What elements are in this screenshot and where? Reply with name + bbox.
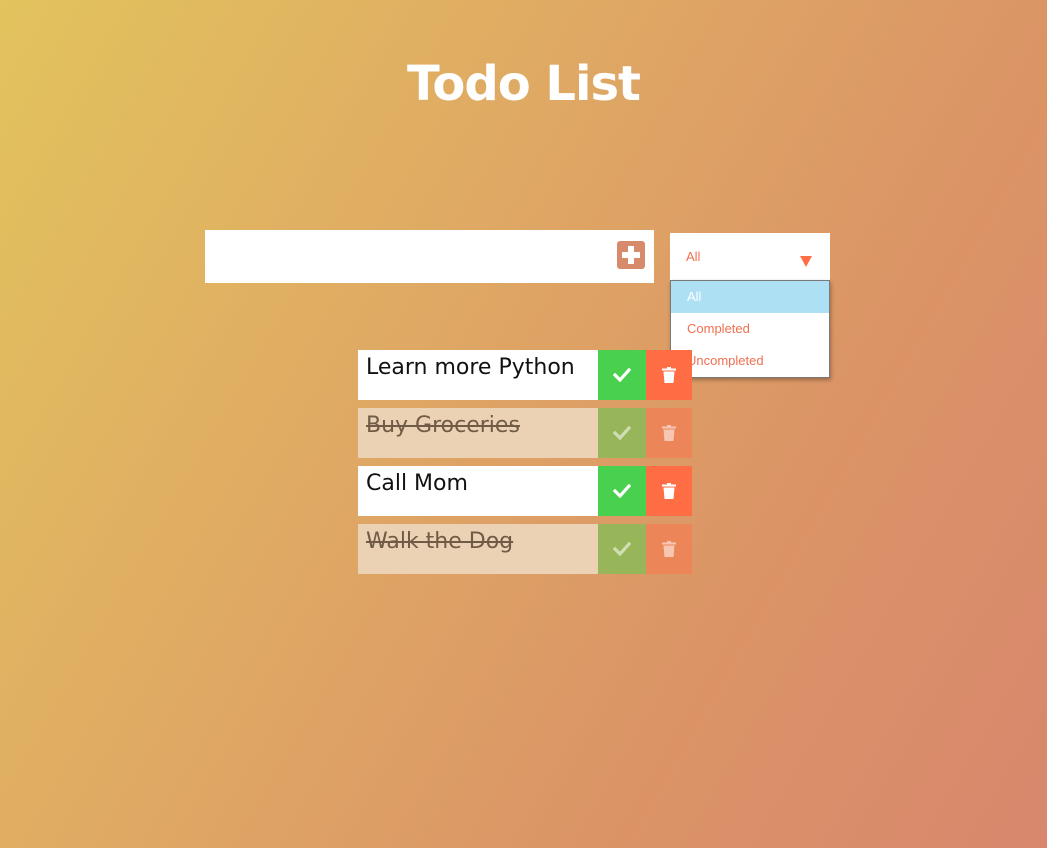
check-icon [613, 368, 631, 382]
trash-icon [662, 367, 676, 383]
check-icon [613, 484, 631, 498]
filter-dropdown-list: All Completed Uncompleted [670, 280, 830, 378]
plus-square-icon [622, 246, 640, 264]
delete-button[interactable] [646, 466, 692, 516]
delete-button[interactable] [646, 524, 692, 574]
todo-item: Call Mom [358, 466, 692, 516]
todo-item-text: Walk the Dog [358, 524, 598, 574]
trash-icon [662, 541, 676, 557]
complete-button[interactable] [598, 408, 646, 458]
filter-option-all[interactable]: All [671, 281, 829, 313]
filter-option-uncompleted[interactable]: Uncompleted [671, 345, 829, 377]
todo-item: Walk the Dog [358, 524, 692, 574]
todo-item-text: Buy Groceries [358, 408, 598, 458]
todo-input-container [205, 230, 654, 283]
todo-item-text: Learn more Python [358, 350, 598, 400]
filter-select[interactable]: All [670, 233, 830, 281]
trash-icon [662, 425, 676, 441]
check-icon [613, 542, 631, 556]
todo-item: Learn more Python [358, 350, 692, 400]
delete-button[interactable] [646, 408, 692, 458]
check-icon [613, 426, 631, 440]
complete-button[interactable] [598, 466, 646, 516]
trash-icon [662, 483, 676, 499]
delete-button[interactable] [646, 350, 692, 400]
filter-selected-value: All [686, 249, 701, 264]
page-title: Todo List [407, 56, 641, 112]
complete-button[interactable] [598, 524, 646, 574]
todo-item: Buy Groceries [358, 408, 692, 458]
filter-option-completed[interactable]: Completed [671, 313, 829, 345]
caret-down-icon [800, 256, 812, 267]
add-todo-button[interactable] [617, 241, 645, 269]
complete-button[interactable] [598, 350, 646, 400]
todo-item-text: Call Mom [358, 466, 598, 516]
todo-input[interactable] [205, 230, 605, 283]
